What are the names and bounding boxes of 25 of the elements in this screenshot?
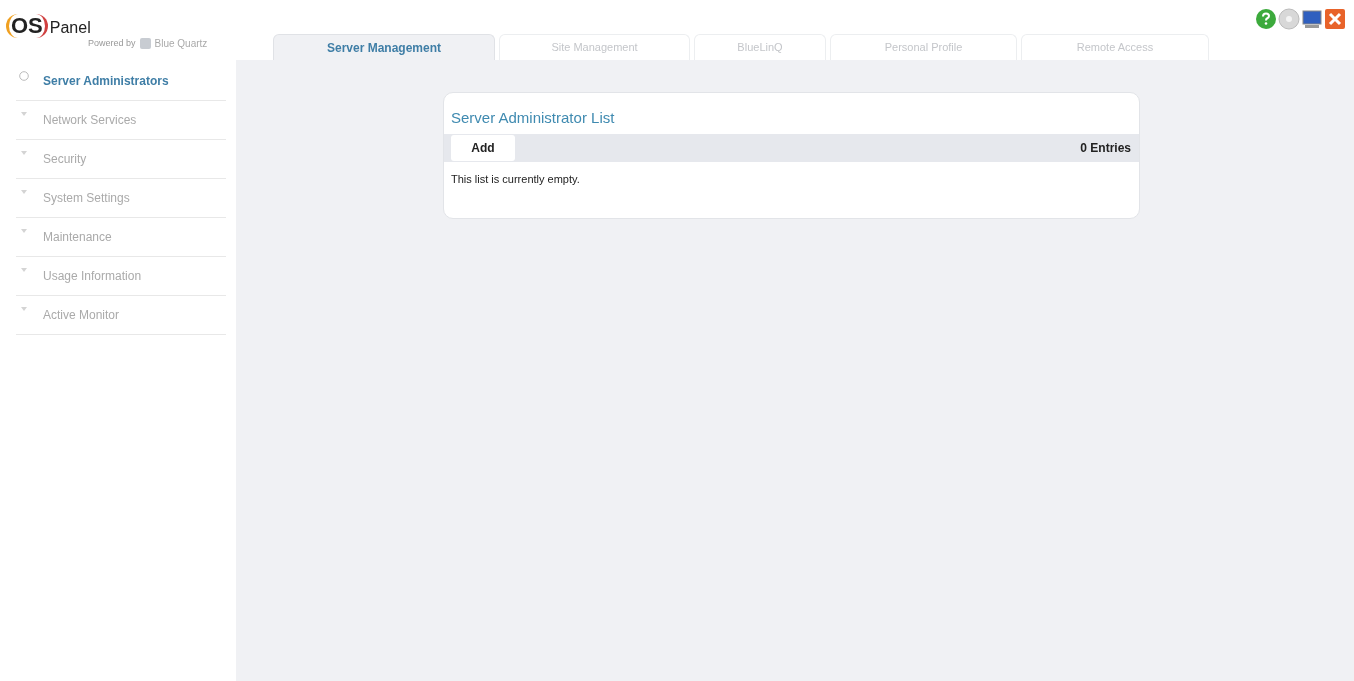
entry-count: 0 Entries	[1080, 139, 1131, 157]
tab[interactable]: Personal Profile	[830, 34, 1017, 60]
tab[interactable]: BlueLinQ	[694, 34, 826, 60]
close-icon[interactable]	[1324, 8, 1346, 30]
sidebar-item[interactable]: Server Administrators	[16, 62, 226, 101]
sidebar-item[interactable]: System Settings	[16, 179, 226, 218]
sidebar-item[interactable]: Maintenance	[16, 218, 226, 257]
sidebar-item[interactable]: Usage Information	[16, 257, 226, 296]
sidebar-item[interactable]: Security	[16, 140, 226, 179]
sidebar-item[interactable]: Network Services	[16, 101, 226, 140]
tab[interactable]: Remote Access	[1021, 34, 1209, 60]
empty-message: This list is currently empty.	[450, 171, 581, 187]
sidebar-item[interactable]: Active Monitor	[16, 296, 226, 335]
help-icon[interactable]	[1255, 8, 1277, 30]
card-title: Server Administrator List	[450, 108, 616, 128]
powered-by-text: Powered by	[88, 36, 136, 50]
brand-name: Blue Quartz	[154, 37, 208, 51]
tab[interactable]: Site Management	[499, 34, 690, 60]
circle-icon	[19, 71, 29, 81]
logo-mark: OS	[6, 14, 48, 38]
tab[interactable]: Server Management	[273, 34, 495, 60]
cube-icon	[138, 37, 152, 50]
add-button[interactable]: Add	[451, 134, 515, 161]
monitor-icon[interactable]	[1301, 8, 1323, 30]
logo-name: Panel	[49, 18, 91, 38]
